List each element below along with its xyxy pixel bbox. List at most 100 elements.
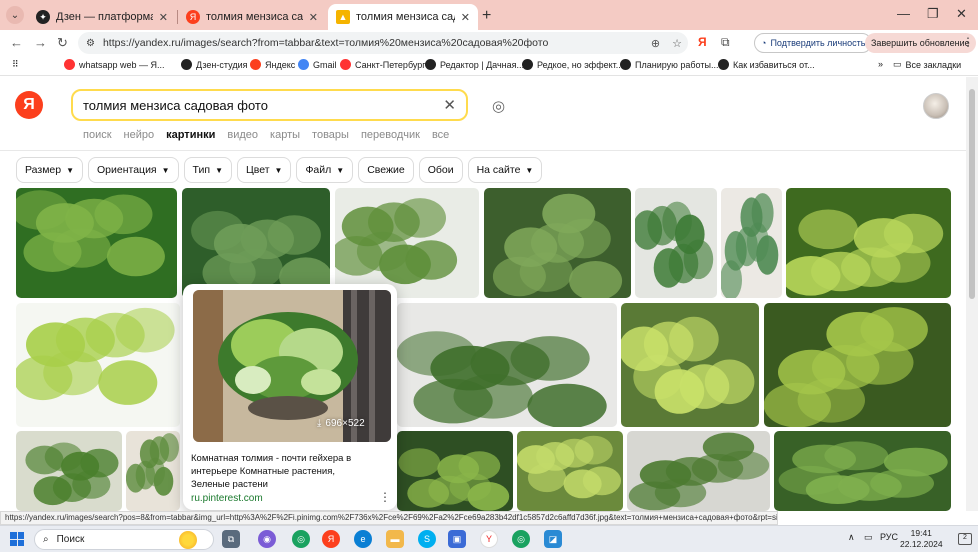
filter-button[interactable]: Свежие xyxy=(358,157,414,183)
windows-start-icon[interactable] xyxy=(10,532,24,546)
bookmark-item[interactable]: whatsapp web — Я... xyxy=(64,59,165,70)
page-scrollbar[interactable] xyxy=(966,77,978,511)
image-result[interactable] xyxy=(484,188,631,298)
bookmark-item[interactable]: Редактор | Дачная... xyxy=(425,59,524,70)
weather-icon[interactable] xyxy=(179,531,197,549)
tab-service[interactable]: нейро xyxy=(124,129,155,141)
filter-button[interactable]: Цвет ▼ xyxy=(236,157,292,183)
close-icon[interactable]: ✕ xyxy=(309,11,318,24)
preview-title[interactable]: Комнатная толмия - почти гейхера в интер… xyxy=(191,452,371,491)
image-result[interactable] xyxy=(397,431,513,511)
bookmark-item[interactable]: Дзен-студия xyxy=(181,59,247,70)
verify-identity-button[interactable]: ◔ Подтвердить личность xyxy=(754,33,873,53)
window-close-icon[interactable]: ✕ xyxy=(956,6,967,22)
preview-source[interactable]: ru.pinterest.com xyxy=(191,493,263,504)
image-result[interactable] xyxy=(16,431,122,511)
finish-update-button[interactable]: Завершить обновление xyxy=(865,33,976,53)
tab-service[interactable]: видео xyxy=(227,129,258,141)
image-result[interactable] xyxy=(621,303,759,427)
clock[interactable]: 19:41 22.12.2024 xyxy=(900,528,943,550)
filter-button[interactable]: Ориентация ▼ xyxy=(88,157,179,183)
avatar[interactable] xyxy=(923,93,949,119)
network-icon[interactable]: ▭ xyxy=(864,532,873,543)
store-icon[interactable]: ▣ xyxy=(448,530,466,548)
reload-icon[interactable]: ↻ xyxy=(57,35,68,51)
tab-service[interactable]: поиск xyxy=(83,129,112,141)
more-menu-icon[interactable]: ⋮ xyxy=(962,35,974,49)
image-result[interactable] xyxy=(635,188,717,298)
tab-service[interactable]: все xyxy=(432,129,449,141)
image-result[interactable] xyxy=(721,188,782,298)
filter-button[interactable]: Обои xyxy=(418,157,463,183)
file-explorer-icon[interactable]: ▬ xyxy=(386,530,404,548)
close-icon[interactable]: ✕ xyxy=(159,11,168,24)
task-view-icon[interactable]: ⧉ xyxy=(222,530,240,548)
image-result[interactable] xyxy=(397,303,617,427)
tab-dzen[interactable]: ✦ Дзен — платформа для просм ✕ xyxy=(28,4,176,30)
yandex-browser-icon[interactable]: Я xyxy=(322,530,340,548)
tab-service[interactable]: товары xyxy=(312,129,349,141)
bookmark-item[interactable]: Как избавиться от... xyxy=(718,59,815,70)
filter-button[interactable]: На сайте ▼ xyxy=(467,157,543,183)
copilot-icon[interactable]: ◉ xyxy=(258,530,276,548)
image-result[interactable] xyxy=(517,431,623,511)
taskbar-search[interactable]: ⌕ Поиск xyxy=(34,529,214,550)
bookmark-item[interactable]: Санкт-Петербург xyxy=(340,59,426,70)
image-result[interactable] xyxy=(16,188,177,298)
close-icon[interactable]: ✕ xyxy=(461,11,470,24)
image-result[interactable] xyxy=(627,431,770,511)
skype-icon[interactable]: S xyxy=(418,530,436,548)
restore-icon[interactable]: ❐ xyxy=(927,6,939,22)
image-result[interactable] xyxy=(182,188,330,298)
yandex-extension-icon[interactable]: Я xyxy=(698,35,707,49)
apps-icon[interactable]: ⠿ xyxy=(12,59,19,70)
more-bookmarks-icon[interactable]: » xyxy=(878,59,883,69)
site-info-icon[interactable]: ⚙ xyxy=(86,38,95,49)
bookmark-item[interactable]: Gmail xyxy=(298,59,337,70)
new-tab-button[interactable]: + xyxy=(482,7,491,25)
bookmark-item[interactable]: Планирую работы... xyxy=(620,59,718,70)
image-result[interactable] xyxy=(774,431,951,511)
minimize-icon[interactable]: — xyxy=(897,6,910,21)
forward-icon[interactable]: → xyxy=(34,35,47,50)
all-bookmarks[interactable]: ▭ Все закладки xyxy=(893,59,961,70)
edge-icon[interactable]: e xyxy=(354,530,372,548)
zoom-icon[interactable]: ⊕ xyxy=(651,37,660,50)
yandex-logo[interactable]: Я xyxy=(15,91,43,119)
address-bar[interactable]: ⚙ https://yandex.ru/images/search?from=t… xyxy=(78,32,688,54)
clear-icon[interactable]: ✕ xyxy=(443,96,456,114)
tray-expand-icon[interactable]: ∧ xyxy=(848,532,855,543)
image-result[interactable] xyxy=(786,188,951,298)
tab-yandex-search[interactable]: Я толмия мензиса садовая фото ✕ xyxy=(178,4,326,30)
bookmark-item[interactable]: Редкое, но эффект... xyxy=(522,59,623,70)
image-result[interactable] xyxy=(335,188,479,298)
search-box[interactable]: толмия мензиса садовая фото ✕ xyxy=(71,89,468,121)
image-size-badge[interactable]: ⤓ 696×522 xyxy=(317,418,365,429)
photos-icon[interactable]: ◪ xyxy=(544,530,562,548)
tab-yandex-images[interactable]: ▲ толмия мензиса садовая фото ✕ xyxy=(328,4,478,30)
tab-service[interactable]: переводчик xyxy=(361,129,420,141)
image-result[interactable] xyxy=(16,303,180,427)
tab-service[interactable]: картинки xyxy=(166,129,215,141)
tab-search-button[interactable]: ⌄ xyxy=(6,6,24,24)
notifications-badge[interactable]: 2 xyxy=(958,533,972,545)
extensions-icon[interactable]: ⧉ xyxy=(721,35,730,50)
more-options-icon[interactable]: ⋮ xyxy=(379,490,391,504)
filter-button[interactable]: Тип ▼ xyxy=(183,157,232,183)
image-result[interactable] xyxy=(764,303,951,427)
filter-button[interactable]: Размер ▼ xyxy=(16,157,84,183)
tab-service[interactable]: карты xyxy=(270,129,300,141)
image-result[interactable] xyxy=(126,431,180,511)
back-icon[interactable]: ← xyxy=(10,35,23,50)
lang-indicator[interactable]: РУС xyxy=(880,532,898,542)
chrome-active-icon[interactable]: ◎ xyxy=(512,530,530,548)
chrome-icon[interactable]: ◎ xyxy=(292,530,310,548)
address-url[interactable]: https://yandex.ru/images/search?from=tab… xyxy=(103,37,645,49)
image-preview-card[interactable]: ⤓ 696×522 Комнатная толмия - почти гейхе… xyxy=(183,284,397,510)
bookmark-item[interactable]: Яндекс xyxy=(250,59,295,70)
search-input[interactable]: толмия мензиса садовая фото xyxy=(83,98,443,113)
filter-button[interactable]: Файл ▼ xyxy=(296,157,354,183)
camera-search-icon[interactable]: ◎ xyxy=(492,97,505,115)
yandex-app-icon[interactable]: Y xyxy=(480,530,498,548)
star-icon[interactable]: ☆ xyxy=(672,37,682,50)
